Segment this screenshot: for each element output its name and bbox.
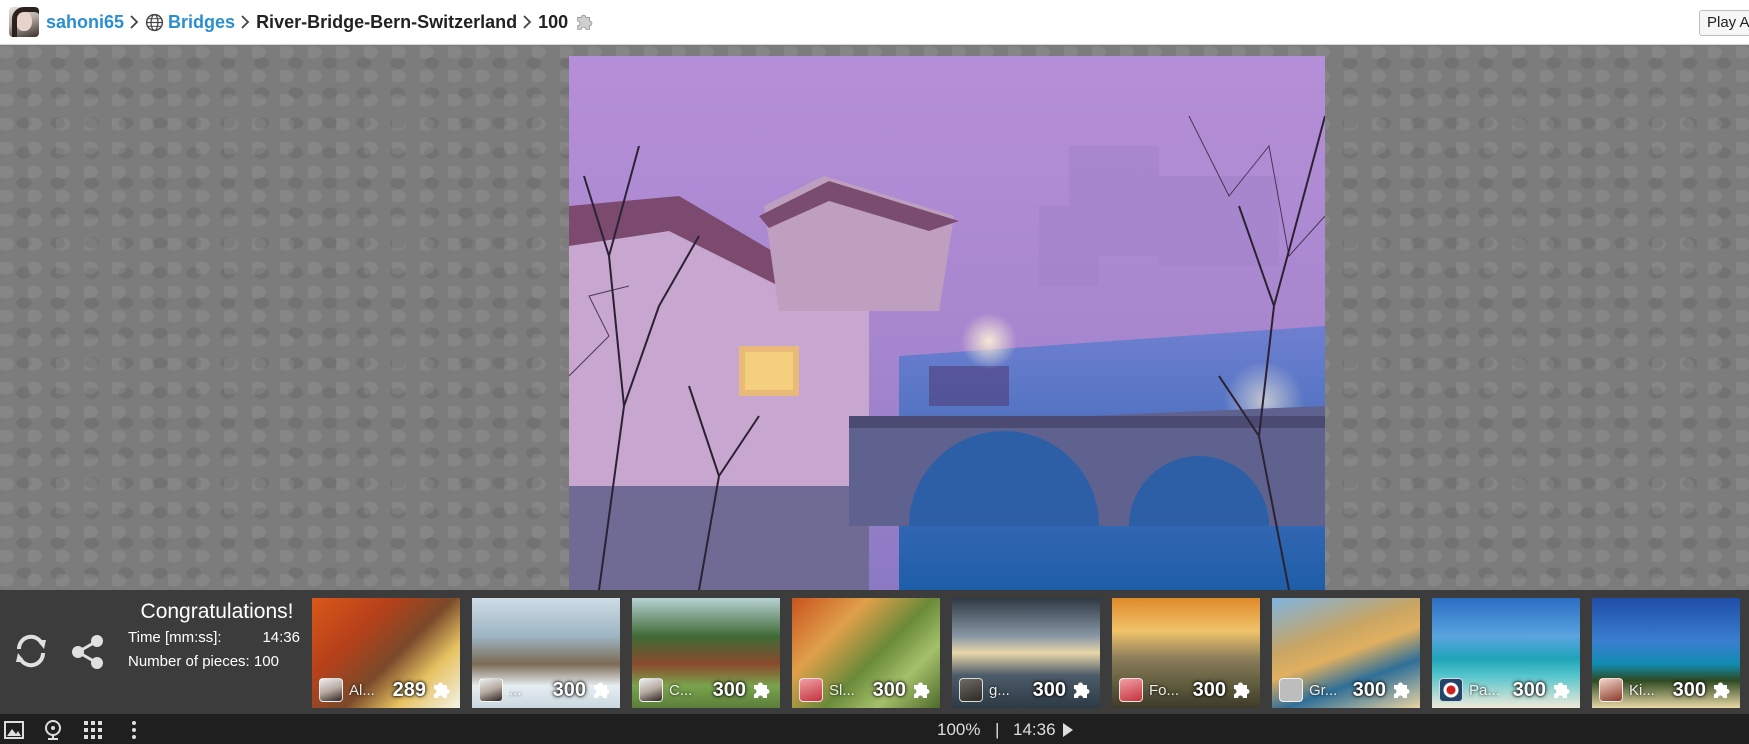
puzzle-thumbnail[interactable]: C... 300 [632,598,780,708]
thumbnail-title: Pa... [1469,682,1499,699]
image-icon[interactable] [3,719,25,741]
completed-puzzle-image [569,56,1325,590]
thumbnail-piece-count: 300 [1192,679,1226,701]
thumbnail-title: Sl... [829,682,855,699]
chevron-right-icon [130,15,139,29]
author-avatar [1119,678,1143,702]
puzzle-piece-icon[interactable] [574,11,596,33]
thumbnail-piece-count: 300 [552,679,586,701]
footer-toolbar: 100% | 14:36 [0,714,1749,744]
thumbnail-piece-count: 300 [1512,679,1546,701]
thumbnail-title: Al... [349,682,375,699]
pieces-count-text: Number of pieces: 100 [128,653,279,670]
refresh-icon[interactable] [11,631,51,671]
thumbnail-piece-count: 300 [1672,679,1706,701]
thumbnail-title: C... [669,682,693,699]
thumbnail-title: g... [989,682,1010,699]
puzzle-thumbnail[interactable]: Pa... 300 [1432,598,1580,708]
thumbnail-title: Ki... [1629,682,1655,699]
puzzle-thumbnail[interactable]: Sl... 300 [792,598,940,708]
author-avatar [1279,678,1303,702]
globe-icon [145,13,164,31]
completion-summary: Congratulations! Time [mm:ss]: 14:36 Num… [118,598,308,698]
puzzle-thumbnail[interactable]: Al... 289 [312,598,460,708]
thumbnail-title: Gr... [1309,682,1338,699]
chevron-right-icon [523,15,532,29]
puzzle-thumbnail[interactable]: Fo... 300 [1112,598,1260,708]
thumbnail-title: Fo... [1149,682,1179,699]
author-avatar [799,678,823,702]
timer-display: 14:36 [1013,720,1056,739]
time-label: Time [mm:ss]: [128,629,222,646]
thumbnail-piece-count: 300 [1352,679,1386,701]
user-avatar[interactable] [9,7,39,37]
thumbnail-piece-count: 289 [392,679,426,701]
thumbnail-piece-count: 300 [872,679,906,701]
author-avatar [1599,678,1623,702]
author-avatar [639,678,663,702]
time-value: 14:36 [262,629,300,646]
puzzle-piece-icon [594,682,610,698]
puzzle-thumbnail[interactable]: ... 300 [472,598,620,708]
zoom-level[interactable]: 100% [937,720,980,740]
author-avatar [959,678,983,702]
play-icon[interactable] [1063,723,1073,737]
more-menu-icon[interactable] [123,719,145,741]
thumbnail-piece-count: 300 [1032,679,1066,701]
play-as-button[interactable]: Play As [1699,10,1749,36]
puzzle-canvas[interactable] [0,45,1749,590]
share-icon[interactable] [68,632,108,672]
breadcrumb-category-link[interactable]: Bridges [168,12,235,33]
puzzle-thumbnail[interactable]: g... 300 [952,598,1100,708]
puzzle-piece-icon [1234,682,1250,698]
author-avatar [319,678,343,702]
thumbnail-title: ... [509,682,522,699]
breadcrumb: sahoni65 Bridges River-Bridge-Bern-Switz… [0,0,1749,45]
breadcrumb-user-link[interactable]: sahoni65 [46,12,124,33]
congrats-title: Congratulations! [140,600,294,623]
puzzle-piece-icon [434,682,450,698]
puzzle-piece-icon [914,682,930,698]
author-avatar [1439,678,1463,702]
puzzle-thumbnail[interactable]: Ki... 300 [1592,598,1740,708]
chevron-right-icon [241,15,250,29]
puzzle-piece-icon [1554,682,1570,698]
puzzle-name: River-Bridge-Bern-Switzerland [256,11,518,32]
completion-strip: Congratulations! Time [mm:ss]: 14:36 Num… [0,590,1749,714]
puzzle-piece-icon [1394,682,1410,698]
piece-count[interactable]: 100 [538,12,568,33]
puzzle-piece-icon [1714,682,1730,698]
ghost-image-icon[interactable] [42,719,64,741]
puzzle-piece-icon [1074,682,1090,698]
time-row: Time [mm:ss]: 14:36 [118,629,308,646]
grid-icon[interactable] [82,719,104,741]
puzzle-thumbnail[interactable]: Gr... 300 [1272,598,1420,708]
footer-separator: | [995,720,1000,739]
puzzle-piece-icon [754,682,770,698]
author-avatar [479,678,503,702]
thumbnail-piece-count: 300 [712,679,746,701]
